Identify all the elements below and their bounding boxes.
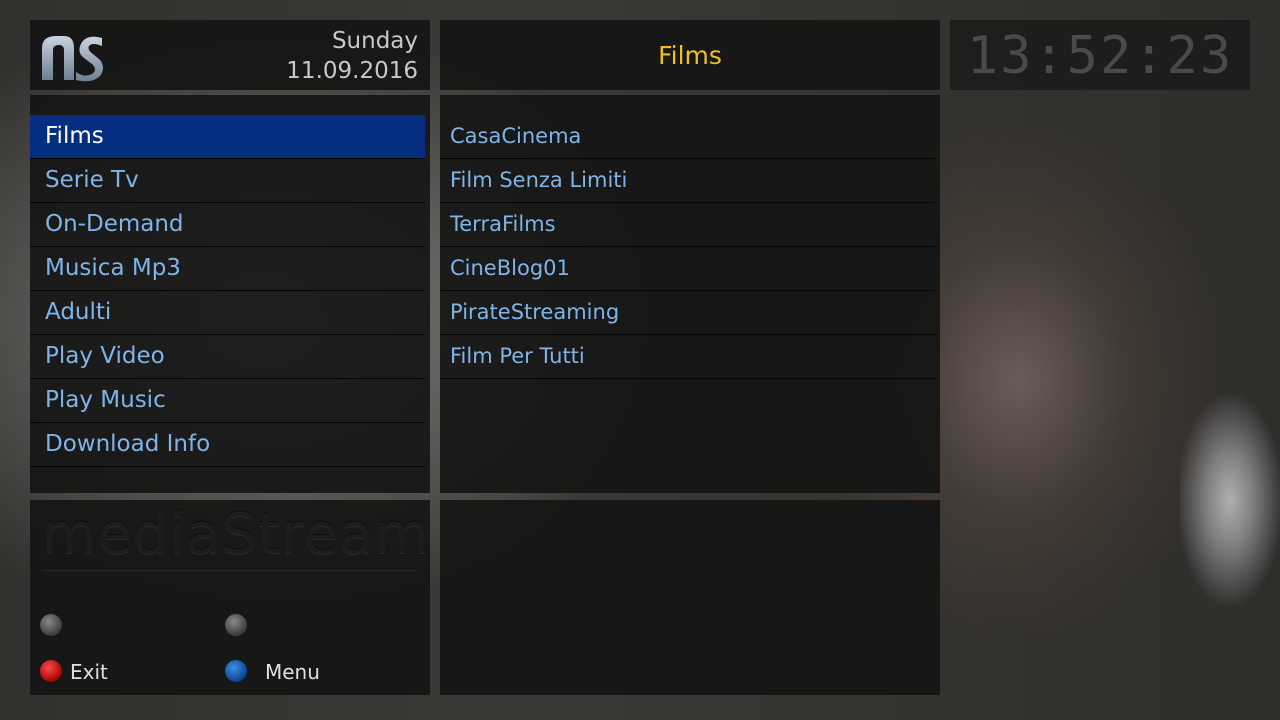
menu-button-label[interactable]: Menu — [265, 660, 320, 684]
menu-item-serie-tv[interactable]: Serie Tv — [30, 159, 425, 203]
main-menu: Films Serie Tv On-Demand Musica Mp3 Adul… — [30, 95, 430, 493]
divider — [42, 570, 418, 571]
menu-item-adulti[interactable]: Adulti — [30, 291, 425, 335]
menu-item-play-music[interactable]: Play Music — [30, 379, 425, 423]
page-title: Films — [658, 41, 722, 70]
menu-item-musica-mp3[interactable]: Musica Mp3 — [30, 247, 425, 291]
footer-panel: mediaStream Exit Menu — [30, 500, 430, 695]
clock-box: 13:52:23 — [950, 20, 1250, 90]
submenu-item-film-senza-limiti[interactable]: Film Senza Limiti — [440, 159, 935, 203]
menu-item-on-demand[interactable]: On-Demand — [30, 203, 425, 247]
red-key-icon[interactable] — [40, 660, 62, 682]
clock: 13:52:23 — [966, 26, 1234, 86]
menu-item-play-video[interactable]: Play Video — [30, 335, 425, 379]
mediastream-wordmark: mediaStream — [42, 502, 431, 567]
info-panel — [440, 500, 940, 695]
menu-item-download-info[interactable]: Download Info — [30, 423, 425, 467]
submenu-item-casacinema[interactable]: CasaCinema — [440, 115, 935, 159]
weekday-label: Sunday — [331, 28, 418, 54]
exit-button-label[interactable]: Exit — [70, 660, 108, 684]
menu-item-films[interactable]: Films — [30, 115, 425, 159]
grey-key-icon[interactable] — [225, 614, 247, 636]
grey-key-icon[interactable] — [40, 614, 62, 636]
submenu-item-cineblog01[interactable]: CineBlog01 — [440, 247, 935, 291]
submenu-item-terrafilms[interactable]: TerraFilms — [440, 203, 935, 247]
submenu: CasaCinema Film Senza Limiti TerraFilms … — [440, 95, 940, 493]
title-bar: Films — [440, 20, 940, 90]
date-label: 11.09.2016 — [286, 58, 418, 84]
submenu-item-film-per-tutti[interactable]: Film Per Tutti — [440, 335, 935, 379]
blue-key-icon[interactable] — [225, 660, 247, 682]
submenu-item-piratestreaming[interactable]: PirateStreaming — [440, 291, 935, 335]
ms-logo-icon — [42, 36, 103, 82]
